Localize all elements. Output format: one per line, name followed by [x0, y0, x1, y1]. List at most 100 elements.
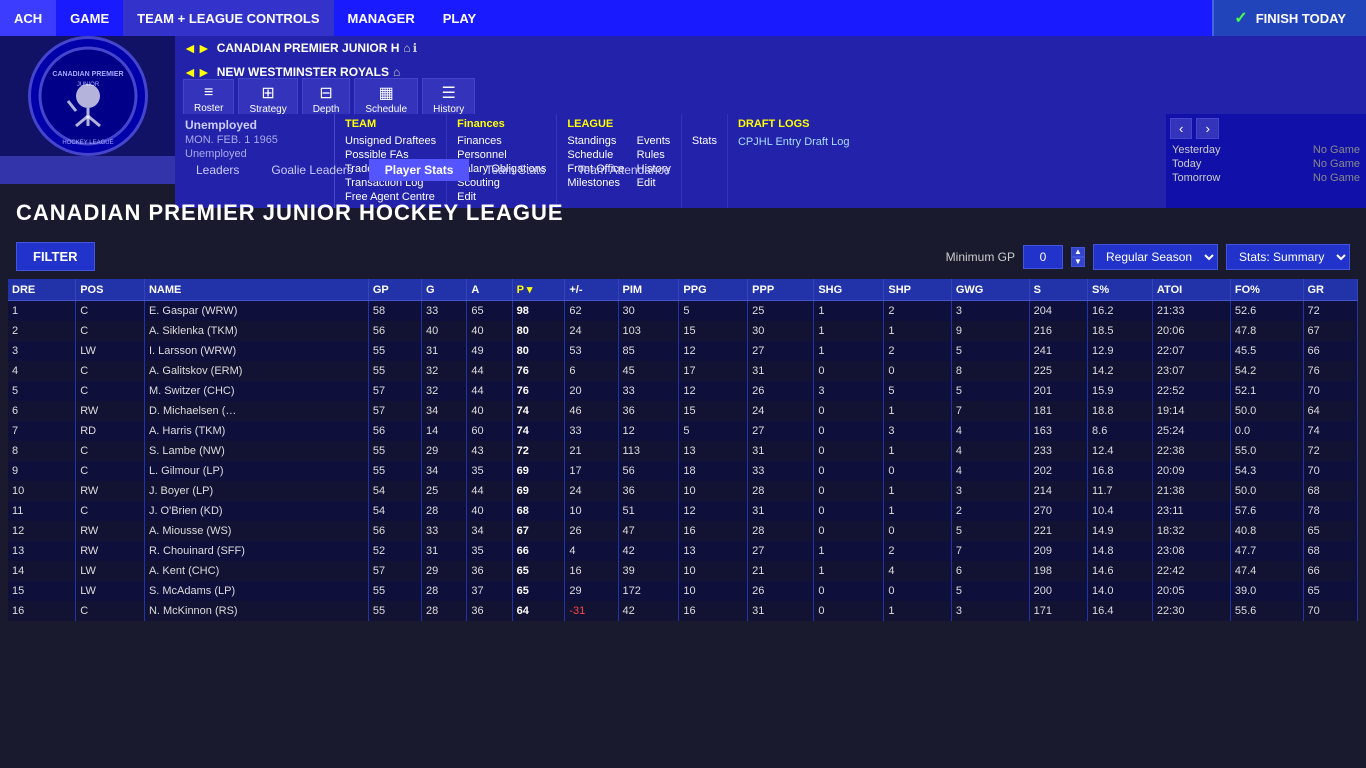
table-cell: 47.8 — [1230, 321, 1303, 341]
col-ppp[interactable]: PPP — [748, 279, 814, 301]
menu-standings[interactable]: Standings — [567, 134, 624, 148]
table-row[interactable]: 4CA. Galitskov (ERM)55324476645173100822… — [8, 361, 1358, 381]
stats-select[interactable]: Stats: Summary — [1226, 244, 1350, 270]
min-gp-input[interactable] — [1023, 245, 1063, 269]
table-row[interactable]: 2CA. Siklenka (TKM)564040802410315301192… — [8, 321, 1358, 341]
col-plusminus[interactable]: +/- — [565, 279, 618, 301]
col-gwg[interactable]: GWG — [951, 279, 1029, 301]
table-row[interactable]: 12RWA. Miousse (WS)563334672647162800522… — [8, 521, 1358, 541]
table-row[interactable]: 5CM. Switzer (CHC)5732447620331226355201… — [8, 381, 1358, 401]
tab-player-stats[interactable]: Player Stats — [369, 159, 470, 181]
table-cell: 50.0 — [1230, 401, 1303, 421]
col-pos[interactable]: POS — [76, 279, 145, 301]
nav-dropdown-area: CANADIAN PREMIER JUNIOR HOCKEY LEAGUE ◄ … — [0, 36, 1366, 156]
table-cell: 62 — [565, 301, 618, 322]
table-cell: 68 — [1303, 541, 1358, 561]
col-fopct[interactable]: FO% — [1230, 279, 1303, 301]
menu-events[interactable]: Events — [637, 134, 671, 148]
table-row[interactable]: 1CE. Gaspar (WRW)58336598623052512320416… — [8, 301, 1358, 322]
table-cell: 23:08 — [1152, 541, 1230, 561]
table-cell: 45 — [618, 361, 679, 381]
draft-logs-link[interactable]: CPJHL Entry Draft Log — [738, 136, 849, 148]
col-s[interactable]: S — [1029, 279, 1087, 301]
stats-table-container: DRE POS NAME GP G A P ▾ +/- PIM PPG PPP … — [0, 279, 1366, 621]
table-cell: 16.2 — [1088, 301, 1153, 322]
table-cell: 7 — [951, 401, 1029, 421]
menu-finances[interactable]: Finances — [457, 134, 546, 148]
table-cell: 25 — [422, 481, 467, 501]
table-row[interactable]: 8CS. Lambe (NW)5529437221113133101423312… — [8, 441, 1358, 461]
table-cell: 21:33 — [1152, 301, 1230, 322]
table-cell: E. Gaspar (WRW) — [144, 301, 368, 322]
table-cell: 36 — [467, 601, 512, 621]
col-g[interactable]: G — [422, 279, 467, 301]
team1-link[interactable]: CANADIAN PREMIER JUNIOR H — [217, 41, 400, 55]
table-cell: 16.8 — [1088, 461, 1153, 481]
nav-left-arrow[interactable]: ◄ — [183, 40, 197, 56]
col-pim[interactable]: PIM — [618, 279, 679, 301]
nav-right-arrow2[interactable]: ► — [197, 64, 211, 80]
gp-down-button[interactable]: ▼ — [1071, 257, 1085, 267]
roster-button[interactable]: ≡ Roster — [183, 79, 234, 119]
team2-home-icon[interactable]: ⌂ — [393, 65, 400, 79]
tab-goalie-leaders[interactable]: Goalie Leaders — [255, 159, 368, 181]
table-cell: 23:07 — [1152, 361, 1230, 381]
table-row[interactable]: 10RWJ. Boyer (LP)54254469243610280132141… — [8, 481, 1358, 501]
table-row[interactable]: 13RWR. Chouinard (SFF)523135664421327127… — [8, 541, 1358, 561]
menu-unsigned-draftees[interactable]: Unsigned Draftees — [345, 134, 436, 148]
season-select[interactable]: Regular Season — [1093, 244, 1218, 270]
col-ppg[interactable]: PPG — [679, 279, 748, 301]
tab-team-attendance[interactable]: Team Attendance — [562, 159, 687, 181]
col-a[interactable]: A — [467, 279, 512, 301]
team1-home-icon[interactable]: ⌂ — [403, 41, 410, 55]
col-p[interactable]: P ▾ — [512, 279, 565, 301]
finish-today-button[interactable]: ✓ FINISH TODAY — [1212, 0, 1366, 36]
table-row[interactable]: 7RDA. Harris (TKM)5614607433125270341638… — [8, 421, 1358, 441]
nav-left-arrow2[interactable]: ◄ — [183, 64, 197, 80]
menu-stats[interactable]: Stats — [692, 134, 717, 148]
nav-ach[interactable]: ACH — [0, 0, 56, 36]
table-cell: 10 — [679, 481, 748, 501]
col-dre[interactable]: DRE — [8, 279, 76, 301]
prev-button[interactable]: ‹ — [1170, 118, 1192, 139]
draft-logs-title: DRAFT LOGS — [738, 118, 849, 130]
col-atoi[interactable]: ATOI — [1152, 279, 1230, 301]
team1-info-icon[interactable]: ℹ — [413, 41, 418, 55]
tab-leaders[interactable]: Leaders — [180, 159, 255, 181]
table-row[interactable]: 3LWI. Larsson (WRW)553149805385122712524… — [8, 341, 1358, 361]
table-cell: 53 — [565, 341, 618, 361]
table-cell: 42 — [618, 541, 679, 561]
table-cell: 47.4 — [1230, 561, 1303, 581]
table-row[interactable]: 6RWD. Michaelsen (…573440744636152401718… — [8, 401, 1358, 421]
nav-team-league[interactable]: TEAM + LEAGUE CONTROLS — [123, 0, 333, 36]
gp-up-button[interactable]: ▲ — [1071, 247, 1085, 257]
table-row[interactable]: 14LWA. Kent (CHC)57293665163910211461981… — [8, 561, 1358, 581]
table-cell: 1 — [884, 441, 951, 461]
table-cell: 22:38 — [1152, 441, 1230, 461]
tomorrow-row: Tomorrow No Game — [1170, 171, 1362, 185]
table-cell: 5 — [951, 341, 1029, 361]
nav-play[interactable]: PLAY — [429, 0, 490, 36]
table-cell: 5 — [8, 381, 76, 401]
filter-button[interactable]: FILTER — [16, 242, 95, 271]
nav-game[interactable]: GAME — [56, 0, 123, 36]
table-cell: 16 — [565, 561, 618, 581]
table-cell: 2 — [884, 301, 951, 322]
table-row[interactable]: 15LWS. McAdams (LP)552837652917210260052… — [8, 581, 1358, 601]
col-shp[interactable]: SHP — [884, 279, 951, 301]
table-cell: 42 — [618, 601, 679, 621]
nav-right-arrow[interactable]: ► — [197, 40, 211, 56]
tab-team-stats[interactable]: Team Stats — [469, 159, 561, 181]
col-name[interactable]: NAME — [144, 279, 368, 301]
col-gr[interactable]: GR — [1303, 279, 1358, 301]
col-gp[interactable]: GP — [368, 279, 421, 301]
next-button[interactable]: › — [1196, 118, 1218, 139]
col-spct[interactable]: S% — [1088, 279, 1153, 301]
nav-manager[interactable]: MANAGER — [334, 0, 429, 36]
table-cell: 54 — [368, 501, 421, 521]
table-row[interactable]: 16CN. McKinnon (RS)55283664-314216310131… — [8, 601, 1358, 621]
team2-link[interactable]: NEW WESTMINSTER ROYALS — [217, 65, 389, 79]
table-row[interactable]: 11CJ. O'Brien (KD)5428406810511231012270… — [8, 501, 1358, 521]
table-row[interactable]: 9CL. Gilmour (LP)55343569175618330042021… — [8, 461, 1358, 481]
col-shg[interactable]: SHG — [814, 279, 884, 301]
